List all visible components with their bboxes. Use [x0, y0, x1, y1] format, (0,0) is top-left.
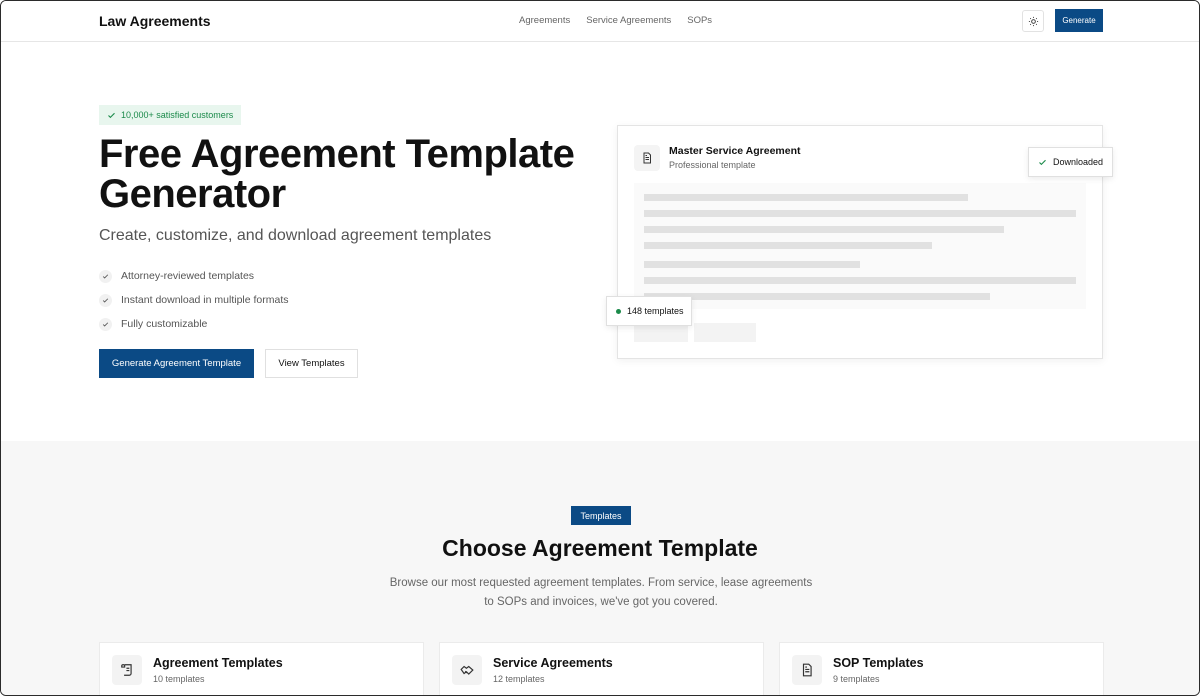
skeleton-line	[644, 226, 1004, 233]
check-icon	[108, 112, 115, 118]
generate-button[interactable]: Generate	[1055, 9, 1103, 32]
template-card-title: Agreement Templates	[153, 656, 283, 670]
template-card-title: SOP Templates	[833, 656, 924, 670]
template-card-count: 12 templates	[493, 674, 545, 684]
feature-item: Attorney-reviewed templates	[99, 264, 289, 288]
skeleton-line	[644, 210, 1076, 217]
customers-badge-text: 10,000+ satisfied customers	[121, 110, 234, 120]
customers-badge: 10,000+ satisfied customers	[99, 105, 242, 125]
hero-title: Free Agreement Template Generator	[99, 132, 575, 216]
skeleton-line	[644, 194, 968, 201]
feature-text: Fully customizable	[121, 318, 208, 330]
section-title: Choose Agreement Template	[442, 535, 758, 561]
hero-subtitle: Create, customize, and download agreemen…	[99, 227, 492, 244]
document-skeleton	[634, 183, 1086, 309]
nav-link-sops[interactable]: SOPs	[687, 15, 712, 26]
section-description-line: to SOPs and invoices, we've got you cove…	[484, 596, 718, 608]
skeleton-pill	[694, 323, 756, 342]
theme-toggle-button[interactable]	[1022, 10, 1044, 32]
feature-text: Attorney-reviewed templates	[121, 270, 255, 282]
check-icon	[99, 293, 112, 307]
check-icon	[99, 269, 112, 283]
downloaded-text: Downloaded	[1053, 157, 1104, 167]
scroll-icon	[112, 655, 142, 685]
app-window: Law Agreements Agreements Service Agreem…	[0, 0, 1200, 696]
feature-list: Attorney-reviewed templates Instant down…	[99, 264, 289, 336]
template-count-chip: 148 templates	[606, 296, 692, 326]
template-card-agreements[interactable]: Agreement Templates 10 templates	[99, 642, 424, 695]
skeleton-line	[644, 242, 932, 249]
sun-icon	[1028, 16, 1038, 26]
template-card-sop[interactable]: SOP Templates 9 templates	[779, 642, 1104, 695]
skeleton-line	[644, 293, 990, 300]
section-description: Browse our most requested agreement temp…	[371, 574, 831, 612]
top-navbar: Law Agreements Agreements Service Agreem…	[1, 1, 1199, 42]
document-icon	[634, 145, 660, 171]
preview-title: Master Service Agreement	[669, 145, 801, 157]
skeleton-line	[644, 277, 1076, 284]
nav-link-agreements[interactable]: Agreements	[519, 15, 570, 26]
document-icon	[792, 655, 822, 685]
brand-logo[interactable]: Law Agreements	[99, 13, 211, 29]
section-description-line: Browse our most requested agreement temp…	[389, 577, 813, 589]
status-dot	[616, 308, 621, 314]
template-card-service[interactable]: Service Agreements 12 templates	[439, 642, 764, 695]
main-nav: Agreements Service Agreements SOPs	[519, 15, 712, 26]
generate-agreement-button[interactable]: Generate Agreement Template	[99, 349, 254, 378]
preview-subtitle: Professional template	[669, 160, 756, 170]
section-tag: Templates	[571, 506, 631, 525]
nav-link-service-agreements[interactable]: Service Agreements	[586, 15, 671, 26]
check-icon	[1039, 159, 1046, 165]
template-card-title: Service Agreements	[493, 656, 613, 670]
handshake-icon	[452, 655, 482, 685]
view-templates-button[interactable]: View Templates	[265, 349, 358, 378]
feature-item: Fully customizable	[99, 312, 289, 336]
feature-item: Instant download in multiple formats	[99, 288, 289, 312]
check-icon	[99, 317, 112, 331]
downloaded-toast: Downloaded	[1028, 147, 1113, 177]
template-card-count: 10 templates	[153, 674, 205, 684]
skeleton-line	[644, 261, 860, 268]
template-card-count: 9 templates	[833, 674, 880, 684]
templates-section: Templates Choose Agreement Template Brow…	[1, 441, 1199, 695]
feature-text: Instant download in multiple formats	[121, 294, 289, 306]
template-count-text: 148 templates	[627, 306, 684, 316]
